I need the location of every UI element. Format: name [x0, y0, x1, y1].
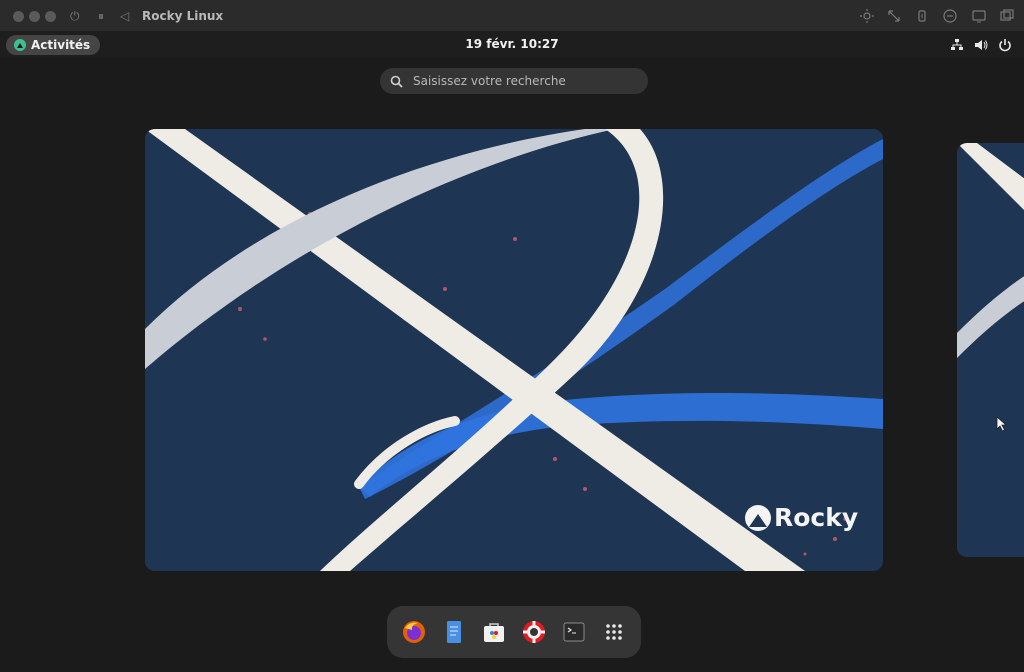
system-status-area[interactable] [950, 37, 1012, 52]
vm-window-title: Rocky Linux [142, 9, 224, 23]
dash-dock [387, 606, 641, 658]
workspace-thumbnail-next[interactable] [957, 143, 1024, 557]
text-editor-icon [447, 621, 461, 643]
terminal-launcher[interactable] [559, 617, 589, 647]
rocky-wordmark: Rocky [745, 503, 858, 532]
show-apps-button[interactable] [599, 617, 629, 647]
firefox-launcher[interactable] [399, 617, 429, 647]
display-icon[interactable] [971, 8, 987, 24]
network-icon [950, 37, 964, 51]
rocky-logo-icon [745, 504, 771, 531]
vm-window-titlebar: ⏻ ⏸ ◁ Rocky Linux [0, 0, 1024, 32]
volume-icon [974, 37, 988, 51]
power-icon[interactable]: ⏻ [70, 8, 80, 24]
help-icon [523, 621, 545, 643]
activities-overview: Saisissez votre recherche Rocky [0, 58, 1024, 672]
text-editor-launcher[interactable] [439, 617, 469, 647]
software-icon [484, 623, 504, 642]
brightness-icon[interactable] [859, 8, 875, 24]
mouse-cursor-icon [996, 416, 1008, 432]
search-placeholder: Saisissez votre recherche [413, 74, 566, 88]
pause-icon[interactable]: ⏸ [98, 8, 104, 24]
window-icon[interactable] [999, 8, 1015, 24]
search-input[interactable]: Saisissez votre recherche [380, 68, 648, 94]
resize-icon[interactable] [886, 8, 902, 24]
wallpaper [957, 143, 1024, 557]
app-grid-icon [606, 624, 622, 640]
search-icon [390, 75, 403, 88]
gnome-top-bar: Activités 19 févr. 10:27 [0, 32, 1024, 58]
window-close-button[interactable] [13, 11, 24, 22]
terminal-icon [563, 622, 585, 642]
power-icon [998, 37, 1012, 52]
window-minimize-button[interactable] [29, 11, 40, 22]
software-launcher[interactable] [479, 617, 509, 647]
rocky-brand-text: Rocky [774, 503, 859, 532]
back-icon[interactable]: ◁ [120, 8, 129, 24]
firefox-icon [403, 621, 425, 643]
record-icon[interactable] [942, 8, 958, 24]
help-launcher[interactable] [519, 617, 549, 647]
workspace-thumbnail-current[interactable]: Rocky [145, 129, 883, 571]
window-zoom-button[interactable] [45, 11, 56, 22]
usb-icon[interactable] [914, 8, 930, 24]
clock[interactable]: 19 févr. 10:27 [0, 37, 1024, 51]
